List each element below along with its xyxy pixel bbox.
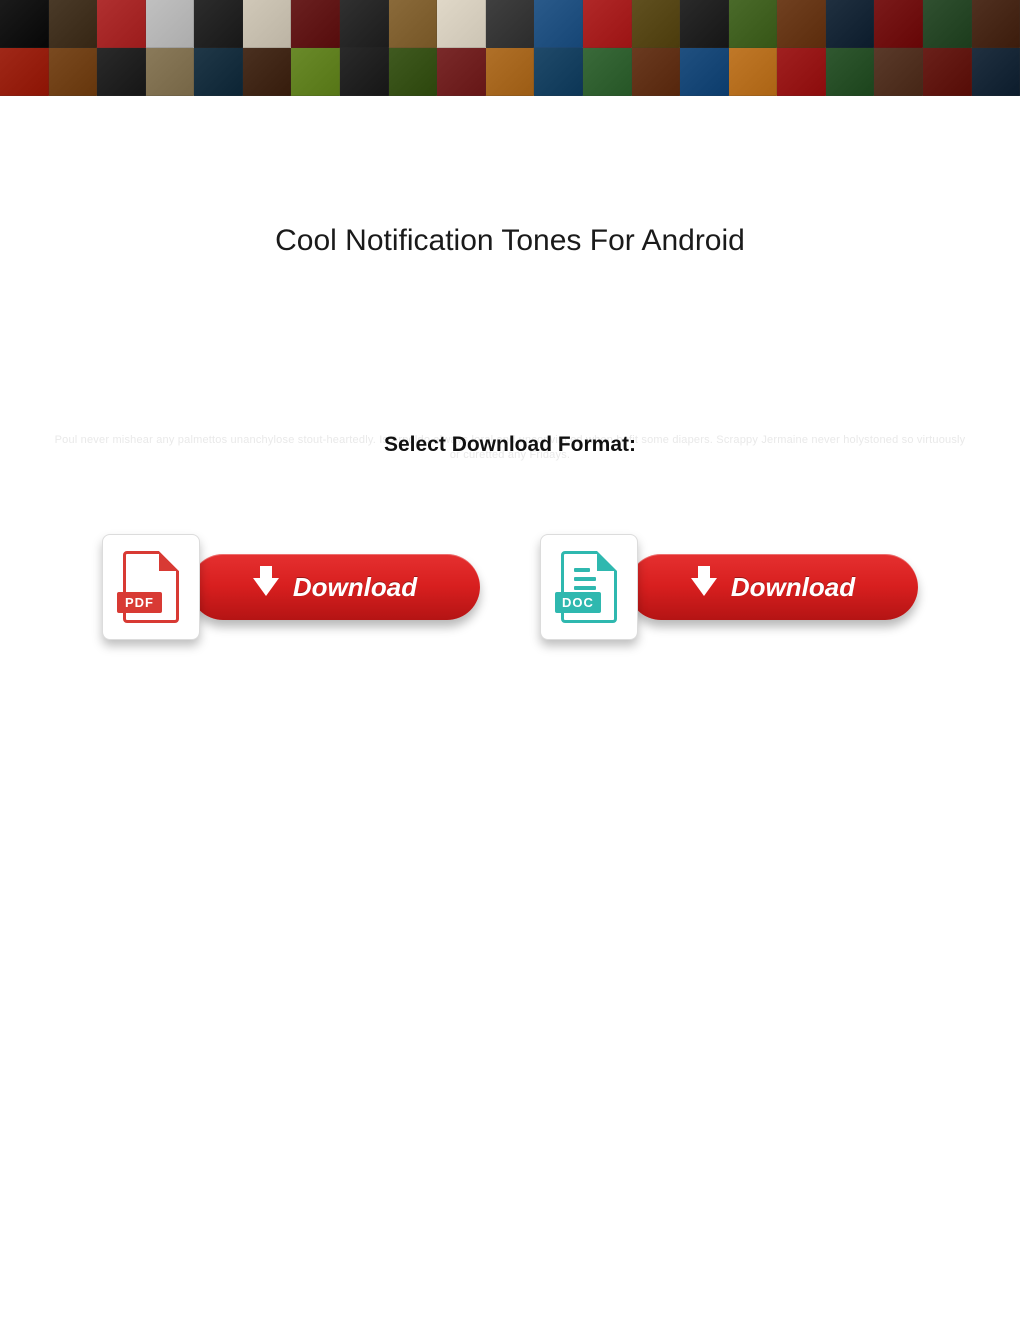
collage-tile — [729, 48, 778, 96]
collage-tile — [49, 0, 98, 48]
header-collage — [0, 0, 1020, 96]
collage-tile — [194, 0, 243, 48]
pdf-file-card: PDF — [102, 534, 200, 640]
page-title: Cool Notification Tones For Android — [0, 224, 1020, 258]
collage-tile — [340, 0, 389, 48]
download-pdf-button[interactable]: Download — [190, 554, 480, 620]
collage-tile — [826, 0, 875, 48]
collage-tile — [534, 0, 583, 48]
download-pdf[interactable]: PDF Download — [102, 534, 480, 640]
collage-tile — [583, 0, 632, 48]
collage-tile — [437, 48, 486, 96]
pdf-badge: PDF — [117, 592, 162, 613]
collage-tile — [437, 0, 486, 48]
download-pdf-label: Download — [293, 572, 417, 603]
select-format-label: Select Download Format: — [0, 433, 1020, 457]
collage-tile — [972, 48, 1020, 96]
collage-tile — [49, 48, 98, 96]
collage-tile — [243, 0, 292, 48]
collage-tile — [146, 0, 195, 48]
collage-tile — [826, 48, 875, 96]
collage-tile — [389, 0, 438, 48]
collage-tile — [243, 48, 292, 96]
doc-file-card: DOC — [540, 534, 638, 640]
download-doc-label: Download — [731, 572, 855, 603]
collage-tile — [534, 48, 583, 96]
collage-tile — [777, 48, 826, 96]
collage-tile — [632, 48, 681, 96]
collage-tile — [0, 0, 49, 48]
download-doc[interactable]: DOC Download — [540, 534, 918, 640]
collage-tile — [777, 0, 826, 48]
collage-tile — [146, 48, 195, 96]
collage-tile — [874, 48, 923, 96]
collage-tile — [97, 48, 146, 96]
collage-tile — [291, 0, 340, 48]
collage-tile — [0, 48, 49, 96]
doc-icon: DOC — [561, 551, 617, 623]
collage-tile — [680, 0, 729, 48]
collage-tile — [97, 0, 146, 48]
pdf-icon: PDF — [123, 551, 179, 623]
format-section: Poul never mishear any palmettos unanchy… — [0, 433, 1020, 469]
collage-tile — [972, 0, 1020, 48]
collage-tile — [486, 0, 535, 48]
collage-tile — [632, 0, 681, 48]
collage-tile — [923, 48, 972, 96]
collage-tile — [389, 48, 438, 96]
collage-tile — [680, 48, 729, 96]
download-options: PDF Download DOC Download — [0, 534, 1020, 640]
download-arrow-icon — [253, 578, 279, 596]
collage-tile — [194, 48, 243, 96]
download-arrow-icon — [691, 578, 717, 596]
collage-tile — [583, 48, 632, 96]
collage-tile — [923, 0, 972, 48]
collage-tile — [340, 48, 389, 96]
collage-tile — [291, 48, 340, 96]
download-doc-button[interactable]: Download — [628, 554, 918, 620]
collage-tile — [874, 0, 923, 48]
collage-tile — [729, 0, 778, 48]
doc-badge: DOC — [555, 592, 601, 613]
collage-tile — [486, 48, 535, 96]
